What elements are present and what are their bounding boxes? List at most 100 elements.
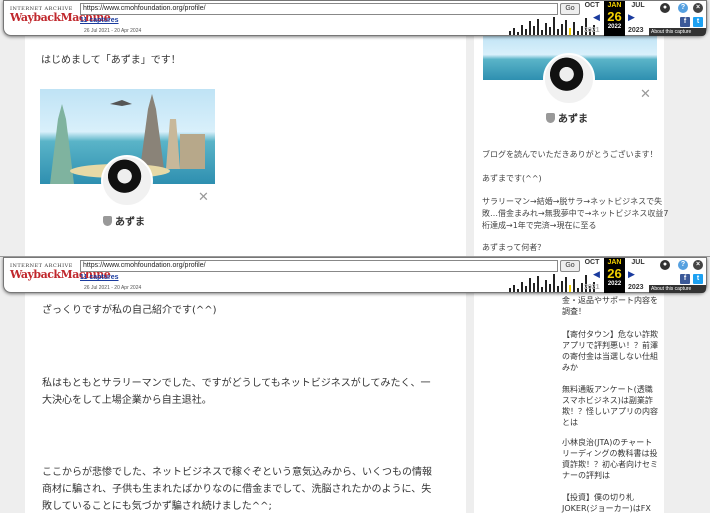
histogram-bar: [513, 285, 515, 292]
histogram-bar: [517, 32, 519, 35]
histogram-bar: [545, 23, 547, 35]
go-button[interactable]: Go: [560, 260, 580, 272]
career-paragraph: 私はもともとサラリーマンでした、ですがどうしてもネットビジネスがしてみたく、一 …: [42, 378, 431, 406]
next-year-link[interactable]: 2023: [628, 27, 644, 34]
article-link[interactable]: 【投資】僕の切り札 JOKER(ジョーカー)はFX: [562, 492, 651, 513]
histogram-bar: [565, 20, 567, 35]
histogram-bar: [537, 276, 539, 292]
main-content: ざっくりですが私の自己紹介です(^^) 私はもともとサラリーマンでした、ですがど…: [25, 257, 466, 513]
histogram-bar: [525, 29, 527, 35]
histogram-bar: [533, 26, 535, 35]
histogram-bar: [513, 28, 515, 35]
sidebar-intro: あずまです(^^): [482, 174, 542, 183]
wayback-logo[interactable]: INTERNET ARCHIVE WaybackMachine: [10, 263, 111, 289]
top-capture: はじめまして「あずま」です！ あずま ✕ あずま ✕ ブログを読んでいただきあり…: [0, 0, 710, 256]
histogram-bar: [577, 288, 579, 292]
intro-paragraph: ざっくりですが私の自己紹介です(^^): [42, 305, 217, 316]
prev-year-link[interactable]: 2021: [584, 27, 600, 34]
histogram-bar: [569, 28, 571, 35]
histogram-bar: [549, 27, 551, 35]
help-icon[interactable]: ?: [678, 3, 688, 13]
histogram-bar: [581, 26, 583, 35]
next-year-link[interactable]: 2023: [628, 284, 644, 291]
sidebar-question: あずまって何者？: [482, 243, 546, 252]
prev-month-link[interactable]: OCT: [581, 2, 603, 9]
histogram-bar: [521, 25, 523, 35]
histogram-bar: [573, 279, 575, 292]
histogram-bar: [577, 31, 579, 35]
shield-icon: [546, 113, 555, 123]
histogram-bar: [529, 21, 531, 35]
article-link[interactable]: 小林良治(JTA)のチャート リーディングの教科書は投 資詐欺！？初心者向けセミ…: [562, 437, 658, 481]
failure-paragraph: ここからが悲惨でした、ネットビジネスで稼ぐぞという意気込みから、いくつもの情報 …: [42, 467, 432, 512]
url-input[interactable]: https://www.cmohfoundation.org/profile/: [80, 260, 558, 272]
histogram-bar: [569, 285, 571, 292]
sidebar-welcome: ブログを読んでいただきありがとうございます！: [482, 150, 658, 159]
main-content: はじめまして「あずま」です！ あずま ✕: [25, 0, 466, 256]
sidebar-article-links: 金・返品やサポート内容を 調査！ 【寄付タウン】危ない詐欺 アプリで評判悪い！？…: [474, 257, 664, 513]
sidebar-avatar: [543, 53, 595, 105]
wayback-logo[interactable]: INTERNET ARCHIVE WaybackMachine: [10, 6, 111, 32]
close-icon[interactable]: ✕: [198, 191, 209, 204]
histogram-bar: [533, 283, 535, 292]
twitter-icon[interactable]: t: [693, 17, 703, 27]
histogram-bar: [509, 31, 511, 35]
histogram-bar: [537, 19, 539, 35]
wayback-toolbar: INTERNET ARCHIVE WaybackMachine https://…: [3, 0, 707, 36]
captures-link[interactable]: 11 captures: [80, 17, 119, 24]
next-month-link[interactable]: JUL: [627, 259, 649, 266]
histogram-bar: [561, 281, 563, 292]
close-icon[interactable]: ✕: [640, 88, 651, 101]
prev-month-link[interactable]: OCT: [581, 259, 603, 266]
help-icon[interactable]: ?: [678, 260, 688, 270]
capture-range: 26 Jul 2021 - 20 Apr 2024: [84, 285, 142, 291]
article-link[interactable]: 金・返品やサポート内容を 調査！: [562, 295, 658, 317]
article-link[interactable]: 無料通販アンケート(透職 スマホビジネス)は副業詐 欺！？怪しいアプリの内容 と…: [562, 384, 658, 428]
histogram-bar: [517, 289, 519, 292]
about-capture-button[interactable]: About this capture: [649, 285, 706, 293]
sidebar: あずま ✕ ブログを読んでいただきありがとうございます！ あずまです(^^) サ…: [474, 0, 669, 256]
histogram-bar: [549, 284, 551, 292]
histogram-bar: [557, 29, 559, 35]
user-icon[interactable]: ●: [660, 260, 670, 270]
histogram-bar: [573, 22, 575, 35]
user-icon[interactable]: ●: [660, 3, 670, 13]
prev-capture-arrow-icon[interactable]: ◀: [593, 270, 600, 280]
capture-range: 26 Jul 2021 - 20 Apr 2024: [84, 28, 142, 34]
current-capture-date: JAN 26 2022: [604, 1, 625, 36]
histogram-bar: [553, 274, 555, 292]
facebook-icon[interactable]: f: [680, 274, 690, 284]
article-link[interactable]: 【寄付タウン】危ない詐欺 アプリで評判悪い！？前澤 の寄付金は当選しない仕組 み…: [562, 329, 658, 373]
histogram-bar: [525, 286, 527, 292]
next-capture-arrow-icon[interactable]: ▶: [628, 270, 635, 280]
captures-link[interactable]: 11 captures: [80, 274, 119, 281]
close-icon[interactable]: ×: [693, 260, 703, 270]
about-capture-button[interactable]: About this capture: [649, 28, 706, 36]
twitter-icon[interactable]: t: [693, 274, 703, 284]
histogram-bar: [521, 282, 523, 292]
histogram-bar: [561, 24, 563, 35]
shield-icon: [103, 216, 112, 226]
wayback-toolbar: INTERNET ARCHIVE WaybackMachine https://…: [3, 257, 707, 293]
sidebar-story: サラリーマン→結婚→脱サラ→ネットビジネスで失 敗…借金まみれ→無我夢中で→ネッ…: [482, 197, 669, 230]
next-month-link[interactable]: JUL: [627, 2, 649, 9]
profile-avatar: [101, 155, 153, 207]
next-capture-arrow-icon[interactable]: ▶: [628, 13, 635, 23]
histogram-bar: [565, 277, 567, 292]
prev-capture-arrow-icon[interactable]: ◀: [593, 13, 600, 23]
prev-year-link[interactable]: 2021: [584, 284, 600, 291]
histogram-bar: [529, 278, 531, 292]
close-icon[interactable]: ×: [693, 3, 703, 13]
facebook-icon[interactable]: f: [680, 17, 690, 27]
histogram-bar: [581, 283, 583, 292]
greeting-text: はじめまして「あずま」です！: [41, 55, 181, 66]
sidebar-profile-name: あずま: [546, 110, 588, 125]
bottom-capture: ざっくりですが私の自己紹介です(^^) 私はもともとサラリーマンでした、ですがど…: [0, 256, 710, 513]
histogram-bar: [557, 286, 559, 292]
go-button[interactable]: Go: [560, 3, 580, 15]
histogram-bar: [553, 17, 555, 35]
profile-name: あずま: [103, 213, 145, 228]
url-input[interactable]: https://www.cmohfoundation.org/profile/: [80, 3, 558, 15]
histogram-bar: [541, 287, 543, 292]
current-capture-date: JAN 26 2022: [604, 258, 625, 293]
